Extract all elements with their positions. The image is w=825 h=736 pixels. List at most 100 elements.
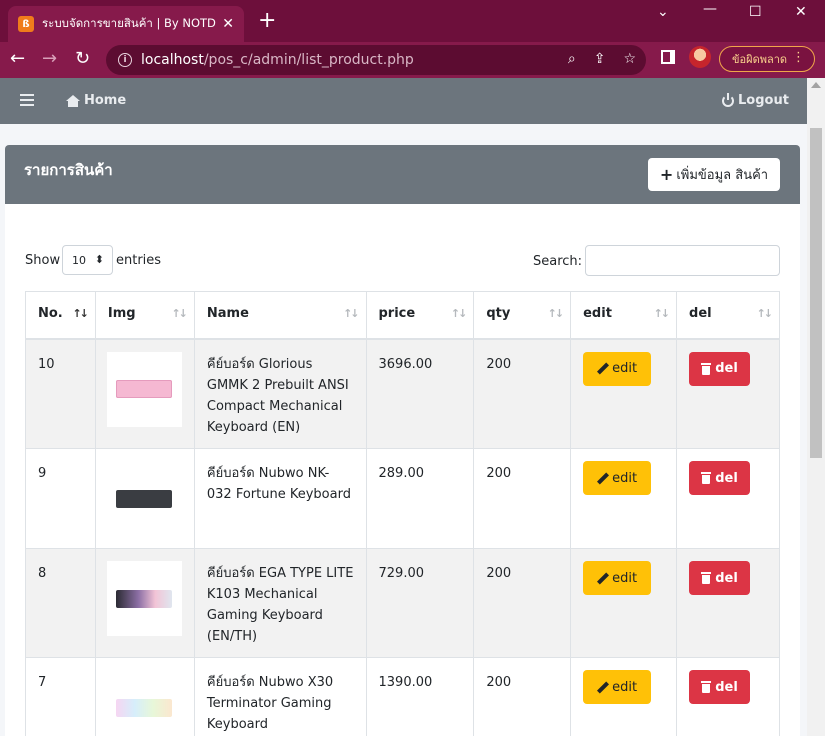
tab-search-chevron-icon[interactable]: ⌄ [657, 4, 669, 20]
cell-qty: 200 [473, 657, 572, 736]
cell-img [94, 548, 195, 658]
edit-button[interactable]: edit [583, 670, 652, 704]
table-controls: Show 10 entries Search: [25, 245, 780, 277]
show-label: Show [25, 253, 61, 268]
error-label: ข้อผิดพลาด [732, 53, 788, 66]
maximize-icon[interactable]: ☐ [749, 4, 762, 20]
nav-logout-label: Logout [738, 93, 789, 108]
trash-icon [701, 472, 712, 484]
kebab-menu-icon[interactable]: ⋮ [792, 50, 805, 66]
error-button[interactable]: ข้อผิดพลาด ⋮ [719, 46, 815, 72]
address-bar[interactable]: i localhost/pos_c/admin/list_product.php… [106, 45, 646, 75]
tab-title: ระบบจัดการขายสินค้า | By NOTDEV [42, 16, 217, 30]
delete-button[interactable]: del [689, 461, 751, 495]
sort-icon: ↑↓ [171, 307, 188, 320]
xampp-favicon-icon: ß [18, 16, 34, 32]
cell-no: 9 [25, 448, 96, 549]
cell-price: 1390.00 [365, 657, 475, 736]
trash-icon [701, 681, 712, 693]
cell-edit: edit [570, 657, 678, 736]
trash-icon [701, 572, 712, 584]
product-image [106, 561, 182, 636]
forward-icon[interactable]: → [42, 48, 57, 69]
delete-button[interactable]: del [689, 670, 751, 704]
column-header-price[interactable]: price ↑↓ [365, 291, 475, 340]
cell-del: del [676, 657, 780, 736]
edit-button[interactable]: edit [583, 561, 652, 595]
table-row: 8 คีย์บอร์ด EGA TYPE LITE K103 Mechanical… [25, 548, 780, 658]
page-scrollbar[interactable] [807, 78, 825, 736]
table-row: 10 คีย์บอร์ด Glorious GMMK 2 Prebuilt ANS… [25, 338, 780, 449]
product-image [106, 351, 182, 427]
product-image [106, 461, 182, 536]
sort-icon: ↑↓ [547, 307, 565, 320]
sort-icon: ↑↓ [756, 307, 774, 320]
cell-qty: 200 [473, 548, 572, 658]
cell-name: คีย์บอร์ด Nubwo NK-032 Fortune Keyboard [193, 448, 367, 549]
sort-desc-icon: ↑↓ [72, 307, 89, 320]
cell-price: 729.00 [365, 548, 475, 658]
column-header-qty[interactable]: qty ↑↓ [473, 291, 572, 340]
reload-icon[interactable]: ↻ [75, 48, 90, 69]
cell-del: del [676, 338, 780, 449]
scroll-up-icon[interactable] [811, 82, 821, 88]
product-image [106, 670, 182, 736]
cell-edit: edit [570, 338, 678, 449]
cell-img [94, 657, 195, 736]
scroll-thumb[interactable] [810, 128, 822, 458]
column-header-del[interactable]: del ↑↓ [676, 291, 780, 340]
column-header-name[interactable]: Name ↑↓ [193, 291, 367, 340]
profile-avatar[interactable] [689, 46, 711, 68]
cell-img [94, 338, 195, 449]
edit-button[interactable]: edit [583, 351, 652, 386]
column-header-no[interactable]: No. ↑↓ [25, 291, 96, 340]
cell-name: คีย์บอร์ด Glorious GMMK 2 Prebuilt ANSI … [193, 338, 367, 449]
cell-qty: 200 [473, 338, 572, 449]
hamburger-menu-icon[interactable] [20, 94, 34, 106]
edit-button[interactable]: edit [583, 461, 652, 495]
power-icon [722, 92, 734, 107]
site-info-icon[interactable]: i [118, 53, 132, 67]
nav-home-link[interactable]: Home [66, 93, 126, 108]
new-tab-icon[interactable]: + [258, 10, 276, 32]
add-product-button[interactable]: + เพิ่มข้อมูล สินค้า [648, 158, 780, 191]
add-product-label: เพิ่มข้อมูล สินค้า [676, 168, 769, 183]
minimize-icon[interactable]: — [703, 1, 717, 17]
zoom-search-icon[interactable]: ⌕ [568, 51, 576, 67]
browser-tab[interactable]: ß ระบบจัดการขายสินค้า | By NOTDEV ✕ [8, 6, 244, 42]
cell-name: คีย์บอร์ด EGA TYPE LITE K103 Mechanical … [193, 548, 367, 658]
cell-price: 3696.00 [365, 338, 475, 449]
cell-del: del [676, 548, 780, 658]
cell-img [94, 448, 195, 549]
browser-titlebar: ß ระบบจัดการขายสินค้า | By NOTDEV ✕ + ⌄ … [0, 0, 825, 42]
column-header-edit[interactable]: edit ↑↓ [570, 291, 678, 340]
cell-del: del [676, 448, 780, 549]
trash-icon [701, 362, 712, 375]
search-label: Search: [533, 254, 583, 269]
keyboard-image [116, 489, 173, 508]
table-body: 10 คีย์บอร์ด Glorious GMMK 2 Prebuilt ANS… [25, 338, 780, 736]
cell-no: 10 [25, 338, 96, 449]
tab-close-icon[interactable]: ✕ [222, 16, 234, 32]
card-header: รายการสินค้า + เพิ่มข้อมูล สินค้า [5, 145, 800, 204]
delete-button[interactable]: del [689, 561, 751, 595]
nav-logout-link[interactable]: Logout [722, 92, 789, 108]
pencil-icon [597, 573, 608, 584]
sort-icon: ↑↓ [653, 307, 671, 320]
share-icon[interactable]: ⇪ [594, 51, 606, 67]
product-table: No. ↑↓ Img ↑↓ Name ↑↓ price ↑↓ qty ↑↓ edit ↑↓ … [25, 291, 780, 736]
cell-edit: edit [570, 448, 678, 549]
sort-icon: ↑↓ [450, 307, 468, 320]
keyboard-image [116, 698, 173, 717]
entries-label: entries [116, 253, 162, 268]
window-close-icon[interactable]: ✕ [795, 4, 807, 20]
side-panel-icon[interactable] [661, 50, 675, 64]
page-size-select[interactable]: 10 [62, 245, 113, 275]
delete-button[interactable]: del [689, 351, 751, 386]
keyboard-image [116, 589, 173, 608]
column-header-img[interactable]: Img ↑↓ [94, 291, 195, 340]
url-path: /pos_c/admin/list_product.php [203, 52, 414, 68]
search-input[interactable] [585, 245, 780, 276]
bookmark-star-icon[interactable]: ☆ [623, 51, 636, 67]
back-icon[interactable]: ← [10, 48, 25, 69]
